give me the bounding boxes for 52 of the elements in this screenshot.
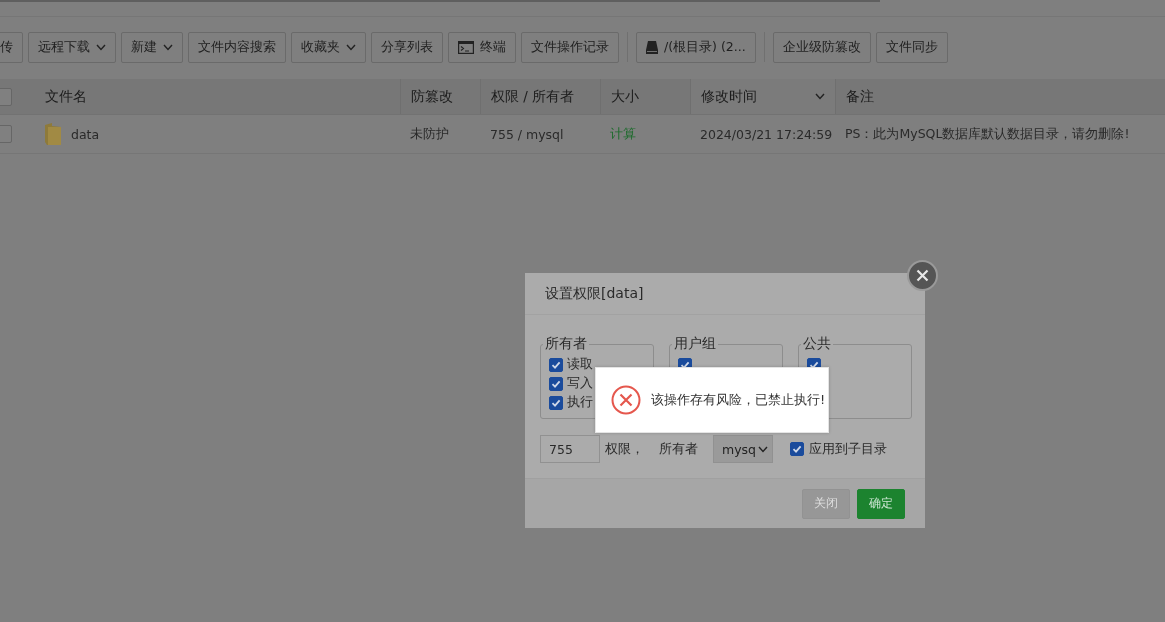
permission-label: 执行 xyxy=(567,394,593,411)
apply-subdirs-label: 应用到子目录 xyxy=(809,440,887,458)
chevron-down-icon xyxy=(96,43,106,51)
permission-label: 读取 xyxy=(567,356,593,373)
column-header[interactable]: 修改时间 xyxy=(690,79,835,114)
column-header[interactable]: 权限 / 所有者 xyxy=(480,79,600,114)
owner-label: 所有者 xyxy=(659,440,698,458)
table-cell: 未防护 xyxy=(410,125,449,143)
toolbar-button[interactable]: 传 xyxy=(0,31,23,63)
toolbar-button[interactable]: 远程下载 xyxy=(28,31,116,63)
group-label: 所有者 xyxy=(544,335,588,353)
dialog-button[interactable]: 确定 xyxy=(857,488,905,519)
table-cell: 755 / mysql xyxy=(490,126,564,142)
toolbar-button[interactable]: 终端 xyxy=(448,31,516,63)
permission-checkbox[interactable] xyxy=(549,395,563,410)
dialog-title: 设置权限[data] xyxy=(545,284,644,303)
select-all-checkbox[interactable] xyxy=(0,87,12,106)
column-header[interactable]: 文件名 xyxy=(35,79,400,114)
chevron-down-icon xyxy=(758,445,768,453)
apply-subdirs-checkbox[interactable] xyxy=(790,442,804,456)
sort-chevron-icon xyxy=(815,93,825,100)
error-message: 该操作存有风险，已禁止执行! xyxy=(651,391,826,409)
column-header[interactable]: 备注 xyxy=(835,79,1165,114)
toolbar-button[interactable]: 文件内容搜索 xyxy=(188,31,286,63)
mode-input[interactable]: 755 xyxy=(540,435,600,463)
group-label: 公共 xyxy=(802,335,832,353)
folder-icon xyxy=(45,123,61,145)
table-cell: 2024/03/21 17:24:59 xyxy=(700,126,833,142)
table-cell[interactable]: data xyxy=(71,126,100,142)
mode-label: 权限， xyxy=(605,440,644,458)
terminal-icon xyxy=(458,40,474,54)
close-button[interactable] xyxy=(907,260,938,291)
toolbar-button[interactable]: 新建 xyxy=(121,31,183,63)
toolbar-button[interactable]: /(根目录) (2... xyxy=(636,31,756,63)
chevron-down-icon xyxy=(163,43,173,51)
permission-label: 写入 xyxy=(567,375,593,392)
toolbar-button[interactable]: 文件操作记录 xyxy=(521,31,619,63)
table-cell: PS：此为MySQL数据库默认数据目录，请勿删除! xyxy=(845,125,1130,143)
close-icon xyxy=(916,269,929,282)
hard-drive-icon xyxy=(646,40,658,54)
chevron-down-icon xyxy=(346,43,356,51)
permission-checkbox[interactable] xyxy=(549,357,563,372)
column-header[interactable]: 防篡改 xyxy=(400,79,480,114)
dialog-button[interactable]: 关闭 xyxy=(802,488,850,519)
error-icon xyxy=(611,385,641,415)
toolbar-button[interactable]: 分享列表 xyxy=(371,31,443,63)
permission-checkbox[interactable] xyxy=(549,376,563,391)
toolbar-button[interactable]: 企业级防篡改 xyxy=(772,31,871,63)
owner-select[interactable]: mysq xyxy=(713,435,773,463)
group-label: 用户组 xyxy=(673,335,717,353)
toolbar-button[interactable]: 文件同步 xyxy=(875,31,948,63)
toolbar-button[interactable]: 收藏夹 xyxy=(291,31,366,63)
